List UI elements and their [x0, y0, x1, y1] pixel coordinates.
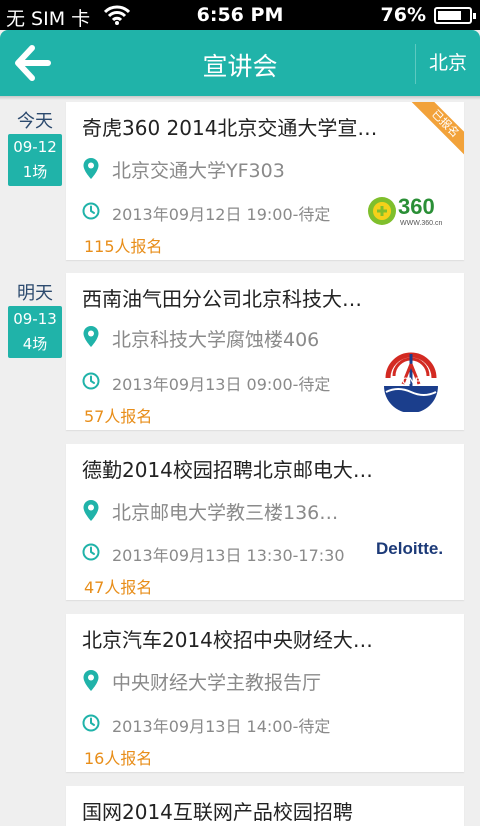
registration-count: 16人报名	[84, 749, 153, 768]
event-time: 2013年09月12日 19:00-待定	[112, 205, 331, 224]
company-logo-deloitte: Deloitte.	[376, 539, 444, 558]
battery-percent: 76%	[380, 4, 426, 26]
clock-icon	[82, 714, 100, 732]
day-count: 1场	[22, 163, 48, 181]
event-card[interactable]: 德勤2014校园招聘北京邮电大… 北京邮电大学教三楼136… 2013年09月1…	[66, 444, 464, 600]
event-card[interactable]: 西南油气田分公司北京科技大… 北京科技大学腐蚀楼406 2013年09月13日 …	[66, 273, 464, 430]
event-location: 北京交通大学YF303	[112, 160, 285, 182]
day-count: 4场	[22, 335, 48, 353]
battery-icon	[434, 7, 476, 24]
event-title: 西南油气田分公司北京科技大…	[82, 287, 362, 311]
event-location: 北京科技大学腐蚀楼406	[112, 329, 320, 351]
clock-icon	[82, 202, 100, 220]
location-pin-icon	[83, 326, 99, 347]
day-date-box: 09-13 4场	[8, 306, 62, 358]
location-pin-icon	[83, 500, 99, 521]
event-title: 奇虎360 2014北京交通大学宣…	[82, 116, 378, 140]
event-title: 国网2014互联网产品校园招聘	[82, 800, 353, 824]
day-marker-today: 今天 09-12 1场	[8, 110, 62, 186]
event-location: 北京邮电大学教三楼136…	[112, 502, 339, 524]
event-location: 中央财经大学主教报告厅	[112, 672, 322, 694]
day-label: 明天	[17, 283, 53, 304]
registration-count: 115人报名	[84, 237, 163, 256]
event-time: 2013年09月13日 09:00-待定	[112, 375, 331, 394]
event-time: 2013年09月13日 13:30-17:30	[112, 546, 345, 565]
company-logo-360: 360 WWW.360.cn	[366, 192, 456, 232]
event-card[interactable]: 国网2014互联网产品校园招聘	[66, 786, 464, 826]
event-time: 2013年09月13日 14:00-待定	[112, 717, 331, 736]
page-title: 宣讲会	[202, 52, 278, 81]
city-selector-button[interactable]: 北京	[416, 30, 480, 96]
event-title: 北京汽车2014校招中央财经大…	[82, 628, 373, 652]
day-date: 09-12	[13, 138, 57, 156]
location-pin-icon	[83, 158, 99, 179]
day-date: 09-13	[13, 310, 57, 328]
registration-count: 57人报名	[84, 407, 153, 426]
registered-ribbon: 已报名	[404, 102, 464, 162]
logo-subtext: WWW.360.cn	[400, 220, 443, 227]
app-header: 宣讲会 北京	[0, 30, 480, 96]
clock-icon	[82, 372, 100, 390]
battery-fill	[438, 11, 461, 20]
event-card[interactable]: 奇虎360 2014北京交通大学宣… 北京交通大学YF303 2013年09月1…	[66, 102, 464, 260]
location-pin-icon	[83, 670, 99, 691]
registration-count: 47人报名	[84, 578, 153, 597]
registered-badge: 已报名	[407, 102, 464, 162]
header-shadow	[0, 96, 480, 100]
event-title: 德勤2014校园招聘北京邮电大…	[82, 458, 373, 482]
day-marker-tomorrow: 明天 09-13 4场	[8, 282, 62, 358]
logo-text: 360	[398, 194, 435, 219]
day-label: 今天	[17, 111, 53, 132]
logo-text: CNPC	[402, 376, 428, 386]
company-logo-cnpc: CNPC	[378, 346, 444, 413]
clock-icon	[82, 543, 100, 561]
event-card[interactable]: 北京汽车2014校招中央财经大… 中央财经大学主教报告厅 2013年09月13日…	[66, 614, 464, 772]
status-bar: 无 SIM 卡 6:56 PM 76%	[0, 0, 480, 30]
day-date-box: 09-12 1场	[8, 134, 62, 186]
